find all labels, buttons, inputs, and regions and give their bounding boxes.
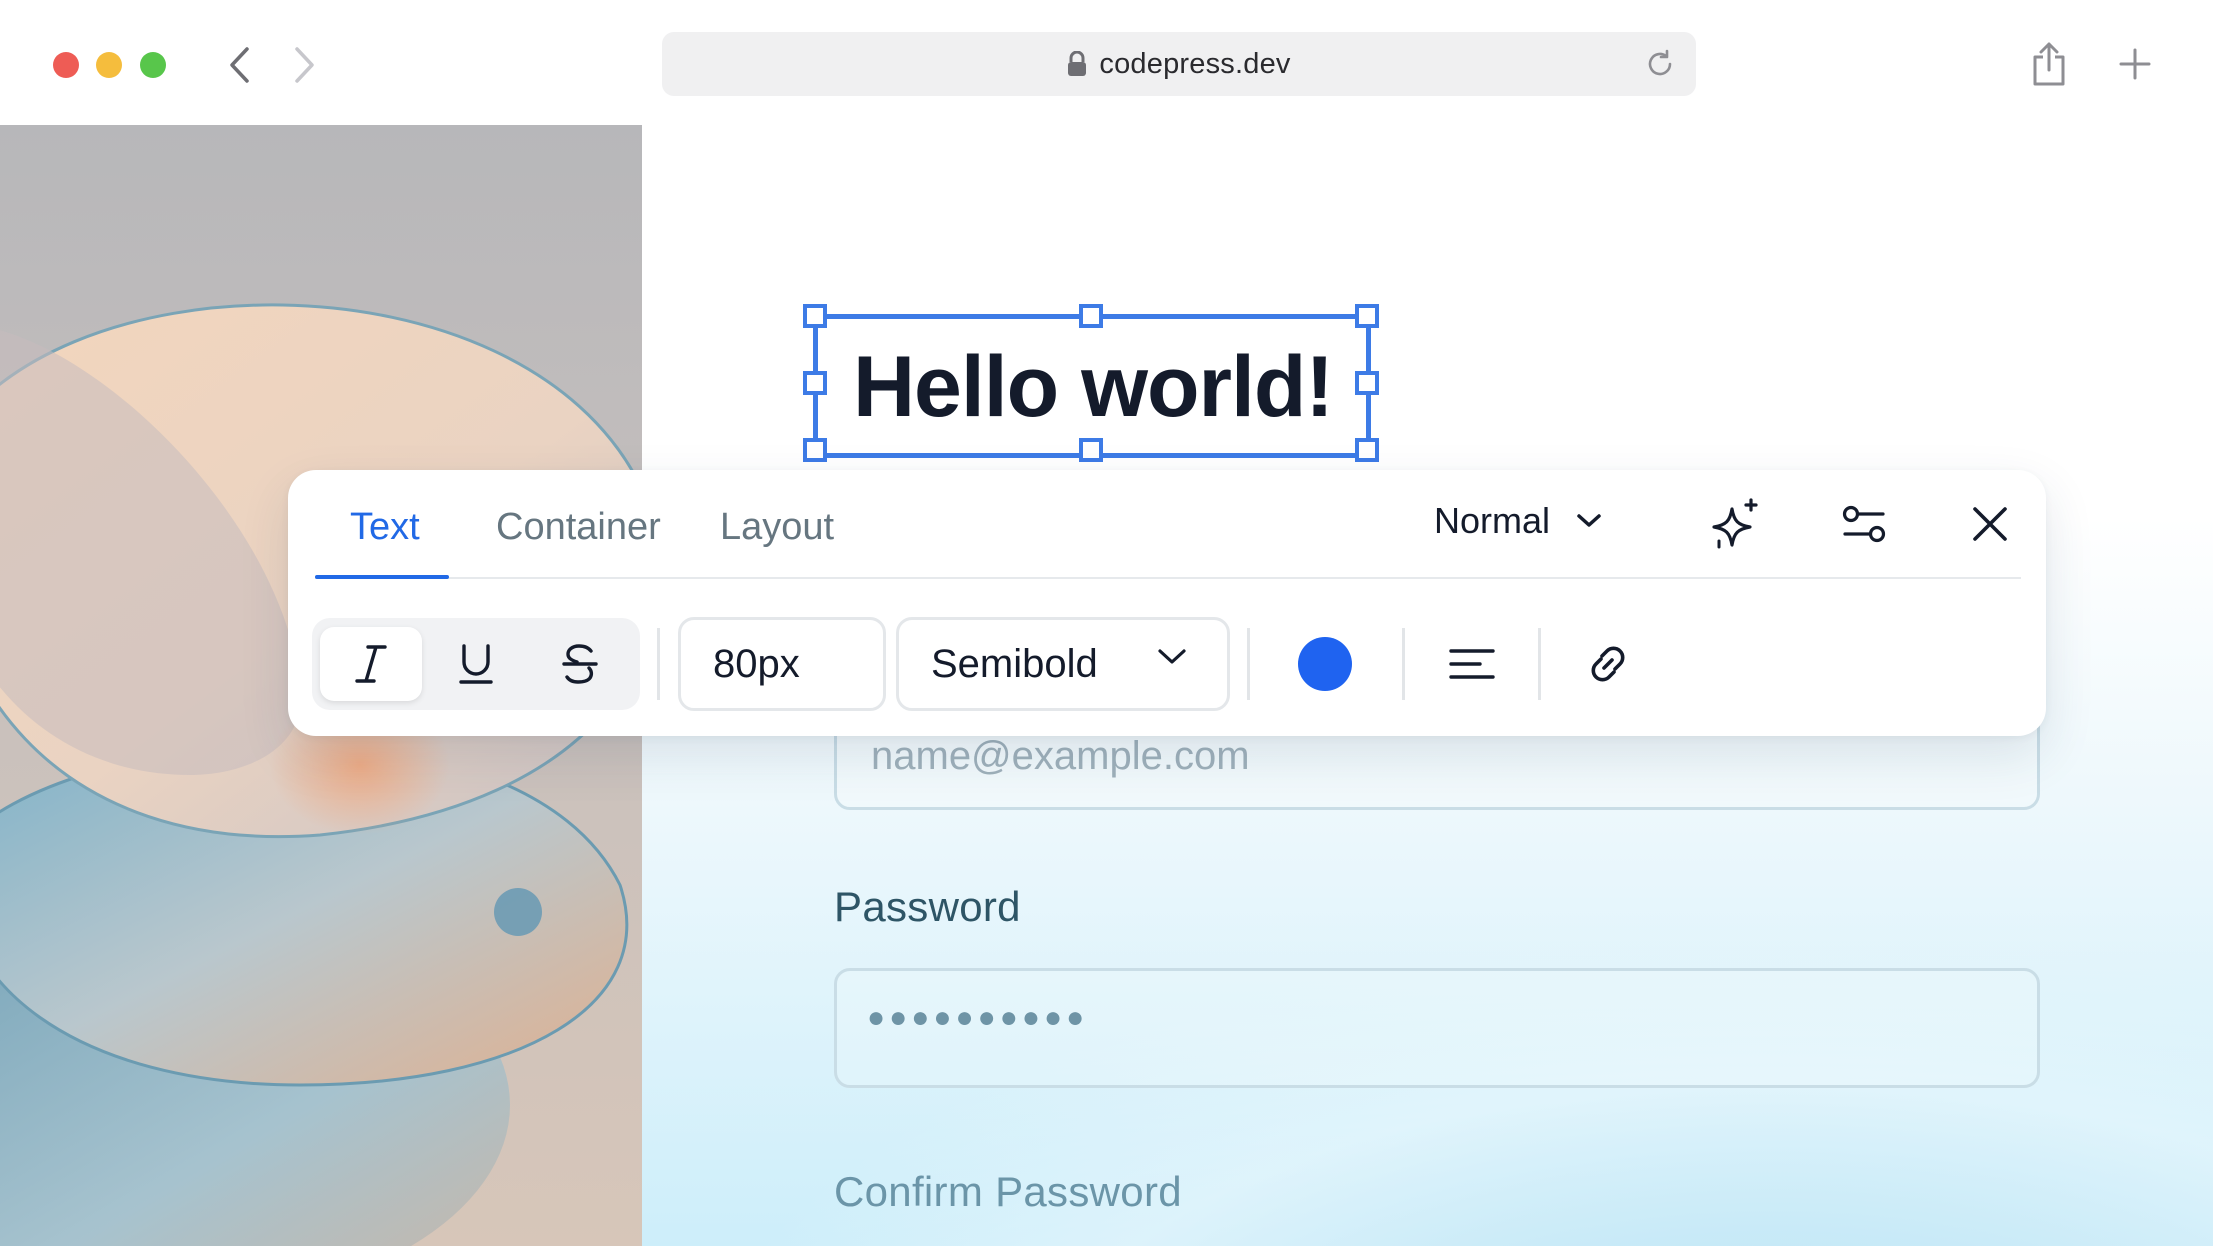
- mode-select-value: Normal: [1434, 500, 1551, 541]
- ai-assist-button[interactable]: [1702, 489, 1772, 559]
- italic-icon: [355, 645, 387, 683]
- resize-handle-right[interactable]: [1355, 371, 1379, 395]
- toolbar-divider: [1247, 628, 1250, 700]
- mode-select[interactable]: Normal: [1434, 500, 1602, 542]
- sparkles-icon: [1712, 498, 1758, 549]
- zoom-window-button[interactable]: [140, 52, 166, 78]
- new-tab-button[interactable]: [2107, 36, 2163, 92]
- font-weight-value: Semibold: [931, 641, 1098, 686]
- chevron-left-icon: [230, 47, 249, 83]
- tab-divider: [315, 577, 2021, 579]
- active-tab-indicator: [315, 575, 449, 579]
- close-icon: [1973, 507, 2007, 541]
- chevron-down-icon: [1577, 514, 1601, 527]
- browser-window: codepress.dev Hello world! name@example.…: [0, 0, 2213, 1246]
- toolbar-divider: [1538, 628, 1541, 700]
- plus-icon: [2119, 48, 2151, 80]
- share-icon: [2033, 42, 2065, 86]
- link-button[interactable]: [1573, 629, 1643, 699]
- resize-handle-bottom-right[interactable]: [1355, 438, 1379, 462]
- email-placeholder: name@example.com: [871, 734, 1250, 778]
- address-bar[interactable]: codepress.dev: [662, 32, 1696, 96]
- close-window-button[interactable]: [53, 52, 79, 78]
- share-button[interactable]: [2021, 36, 2077, 92]
- close-toolbar-button[interactable]: [1955, 489, 2025, 559]
- sliders-icon: [1842, 505, 1886, 543]
- link-icon: [1591, 646, 1625, 682]
- reload-icon: [1648, 49, 1672, 76]
- tab-layout[interactable]: Layout: [720, 506, 834, 549]
- align-left-icon: [1449, 649, 1495, 679]
- password-value: ●●●●●●●●●●: [867, 1001, 1089, 1034]
- forward-button[interactable]: [280, 40, 330, 90]
- password-label: Password: [834, 883, 1021, 930]
- resize-handle-top-right[interactable]: [1355, 304, 1379, 328]
- back-button[interactable]: [214, 40, 264, 90]
- resize-handle-bottom[interactable]: [1079, 438, 1103, 462]
- lock-icon: [1068, 51, 1087, 76]
- underline-icon: [459, 644, 493, 684]
- font-weight-select[interactable]: Semibold: [896, 617, 1230, 711]
- underline-button[interactable]: [425, 627, 527, 701]
- chevron-right-icon: [295, 47, 314, 83]
- password-field[interactable]: ●●●●●●●●●●: [834, 968, 2040, 1088]
- resize-handle-top-left[interactable]: [803, 304, 827, 328]
- settings-button[interactable]: [1829, 489, 1899, 559]
- toolbar-divider: [1402, 628, 1405, 700]
- minimize-window-button[interactable]: [96, 52, 122, 78]
- font-size-input[interactable]: 80px: [678, 617, 886, 711]
- resize-handle-left[interactable]: [803, 371, 827, 395]
- text-style-group: [312, 618, 640, 710]
- chevron-down-icon: [1158, 649, 1186, 664]
- selection-box: [813, 314, 1371, 458]
- resize-handle-bottom-left[interactable]: [803, 438, 827, 462]
- text-align-button[interactable]: [1437, 629, 1507, 699]
- url-text: codepress.dev: [1099, 47, 1291, 80]
- confirm-password-label: Confirm Password: [834, 1168, 1182, 1215]
- selected-headline[interactable]: Hello world!: [803, 304, 1379, 462]
- italic-button[interactable]: [320, 627, 422, 701]
- reload-button[interactable]: [1644, 48, 1676, 85]
- browser-toolbar: codepress.dev: [0, 0, 2213, 125]
- strikethrough-icon: [562, 644, 598, 684]
- resize-handle-top[interactable]: [1079, 304, 1103, 328]
- tab-container[interactable]: Container: [496, 506, 661, 549]
- tab-text[interactable]: Text: [350, 506, 420, 549]
- text-style-toolbar: Text Container Layout Normal 80px Semibo…: [288, 470, 2046, 736]
- text-color-swatch[interactable]: [1298, 637, 1352, 691]
- toolbar-divider: [657, 628, 660, 700]
- strikethrough-button[interactable]: [529, 627, 631, 701]
